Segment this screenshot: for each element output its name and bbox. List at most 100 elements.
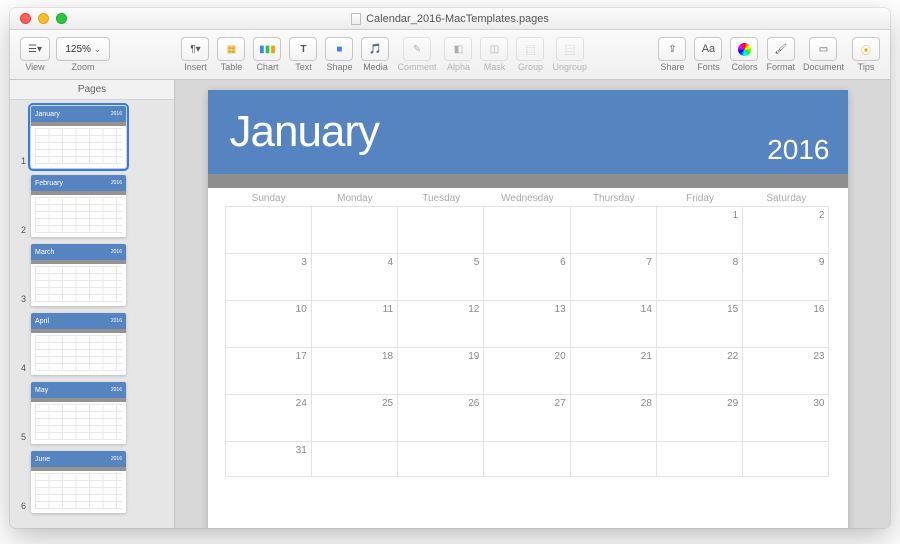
fullscreen-icon[interactable] bbox=[56, 13, 67, 24]
calendar-cell[interactable]: 14 bbox=[570, 300, 657, 348]
calendar-cell[interactable]: 21 bbox=[570, 347, 657, 395]
calendar-cell[interactable] bbox=[570, 206, 657, 254]
tips-button[interactable]: ⦿ bbox=[852, 37, 880, 61]
document-button[interactable]: ▭ bbox=[809, 37, 837, 61]
calendar-month[interactable]: January bbox=[230, 107, 380, 157]
thumbnail-row[interactable]: 2February2016 bbox=[10, 175, 174, 237]
calendar-cell[interactable] bbox=[742, 441, 829, 477]
calendar-cell[interactable]: 8 bbox=[656, 253, 743, 301]
group-icon: ⿴ bbox=[525, 42, 535, 57]
calendar-cell[interactable]: 13 bbox=[483, 300, 570, 348]
calendar-cell[interactable]: 28 bbox=[570, 394, 657, 442]
app-window: Calendar_2016-MacTemplates.pages ☰▾ View… bbox=[10, 8, 890, 528]
calendar-cell[interactable] bbox=[225, 206, 312, 254]
calendar-cell[interactable]: 10 bbox=[225, 300, 312, 348]
thumbnail[interactable]: May2016 bbox=[31, 382, 126, 444]
share-icon: ⇪ bbox=[668, 44, 676, 55]
view-button[interactable]: ☰▾ bbox=[20, 37, 50, 61]
calendar-cell[interactable]: 20 bbox=[483, 347, 570, 395]
group-button[interactable]: ⿴ bbox=[516, 37, 544, 61]
close-icon[interactable] bbox=[20, 13, 31, 24]
media-button[interactable]: 🎵 bbox=[361, 37, 389, 61]
thumbnail[interactable]: February2016 bbox=[31, 175, 126, 237]
calendar-cell[interactable]: 1 bbox=[656, 206, 743, 254]
thumbnail[interactable]: January2016 bbox=[31, 106, 126, 168]
thumbnail-row[interactable]: 3March2016 bbox=[10, 244, 174, 306]
fonts-icon: Aa bbox=[702, 43, 715, 55]
calendar-cell[interactable]: 17 bbox=[225, 347, 312, 395]
document-icon bbox=[351, 13, 361, 25]
calendar-cell[interactable]: 18 bbox=[311, 347, 398, 395]
thumbnail-number: 5 bbox=[18, 432, 26, 444]
calendar-cell[interactable] bbox=[397, 206, 484, 254]
calendar-cell[interactable]: 29 bbox=[656, 394, 743, 442]
calendar-cell[interactable]: 23 bbox=[742, 347, 829, 395]
document-label: Document bbox=[803, 62, 844, 72]
text-button[interactable]: T bbox=[289, 37, 317, 61]
calendar-cell[interactable] bbox=[656, 441, 743, 477]
calendar-cell[interactable]: 9 bbox=[742, 253, 829, 301]
comment-icon: ✎ bbox=[413, 44, 421, 55]
chart-button[interactable]: ▮▮▮ bbox=[253, 37, 281, 61]
thumbnail-row[interactable]: 6June2016 bbox=[10, 451, 174, 513]
shape-button[interactable]: ■ bbox=[325, 37, 353, 61]
insert-button[interactable]: ¶▾ bbox=[181, 37, 209, 61]
calendar-row: 10111213141516 bbox=[226, 301, 830, 348]
alpha-icon: ◧ bbox=[454, 44, 463, 55]
calendar-cell[interactable]: 12 bbox=[397, 300, 484, 348]
thumbnail-row[interactable]: 5 May2016 bbox=[10, 382, 174, 444]
colors-icon bbox=[738, 43, 751, 56]
calendar-cell[interactable]: 2 bbox=[742, 206, 829, 254]
calendar-day-header: Tuesday bbox=[398, 191, 484, 206]
calendar-cell[interactable]: 15 bbox=[656, 300, 743, 348]
format-icon: 🖌 bbox=[774, 44, 787, 55]
calendar-cell[interactable] bbox=[397, 441, 484, 477]
calendar-cell[interactable]: 6 bbox=[483, 253, 570, 301]
thumbnail[interactable]: March2016 bbox=[31, 244, 126, 306]
calendar-cell[interactable] bbox=[311, 441, 398, 477]
calendar-cell[interactable]: 3 bbox=[225, 253, 312, 301]
calendar-cell[interactable]: 27 bbox=[483, 394, 570, 442]
document-canvas[interactable]: January 2016 SundayMondayTuesdayWednesda… bbox=[175, 80, 890, 528]
comment-button[interactable]: ✎ bbox=[403, 37, 431, 61]
ungroup-button[interactable]: ⿳ bbox=[556, 37, 584, 61]
mask-button[interactable]: ◫ bbox=[480, 37, 508, 61]
calendar-cell[interactable]: 19 bbox=[397, 347, 484, 395]
view-group: ☰▾ View bbox=[20, 37, 50, 72]
thumbnail[interactable]: June2016 bbox=[31, 451, 126, 513]
calendar-cell[interactable]: 26 bbox=[397, 394, 484, 442]
calendar-cell[interactable]: 24 bbox=[225, 394, 312, 442]
fonts-button[interactable]: Aa bbox=[694, 37, 722, 61]
calendar-cell[interactable] bbox=[311, 206, 398, 254]
table-button[interactable]: ▦ bbox=[217, 37, 245, 61]
calendar-page[interactable]: January 2016 SundayMondayTuesdayWednesda… bbox=[208, 90, 848, 528]
calendar-cell[interactable]: 4 bbox=[311, 253, 398, 301]
calendar-cell[interactable]: 30 bbox=[742, 394, 829, 442]
calendar-cell[interactable]: 16 bbox=[742, 300, 829, 348]
calendar-cell[interactable]: 11 bbox=[311, 300, 398, 348]
calendar-grid[interactable]: 1234567891011121314151617181920212223242… bbox=[226, 207, 830, 477]
minimize-icon[interactable] bbox=[38, 13, 49, 24]
thumbnail-row[interactable]: 4 April2016 bbox=[10, 313, 174, 375]
calendar-cell[interactable]: 25 bbox=[311, 394, 398, 442]
share-button[interactable]: ⇪ bbox=[658, 37, 686, 61]
calendar-cell[interactable] bbox=[570, 441, 657, 477]
insert-label: Insert bbox=[184, 62, 207, 72]
media-icon: 🎵 bbox=[369, 44, 381, 55]
alpha-button[interactable]: ◧ bbox=[444, 37, 472, 61]
calendar-cell[interactable]: 22 bbox=[656, 347, 743, 395]
colors-button[interactable] bbox=[730, 37, 758, 61]
thumbnail[interactable]: April2016 bbox=[31, 313, 126, 375]
calendar-cell[interactable]: 5 bbox=[397, 253, 484, 301]
calendar-year[interactable]: 2016 bbox=[767, 134, 829, 174]
calendar-cell[interactable]: 31 bbox=[225, 441, 312, 477]
toolbar: ☰▾ View 125% ⌄ Zoom ¶▾Insert ▦Table ▮▮▮C… bbox=[10, 30, 890, 80]
calendar-day-header: Saturday bbox=[743, 191, 829, 206]
calendar-cell[interactable] bbox=[483, 441, 570, 477]
format-button[interactable]: 🖌 bbox=[767, 37, 795, 61]
thumbnail-row[interactable]: 1January2016 bbox=[10, 106, 174, 168]
zoom-select[interactable]: 125% ⌄ bbox=[56, 37, 110, 61]
thumbnail-number: 4 bbox=[18, 363, 26, 375]
calendar-cell[interactable]: 7 bbox=[570, 253, 657, 301]
calendar-cell[interactable] bbox=[483, 206, 570, 254]
